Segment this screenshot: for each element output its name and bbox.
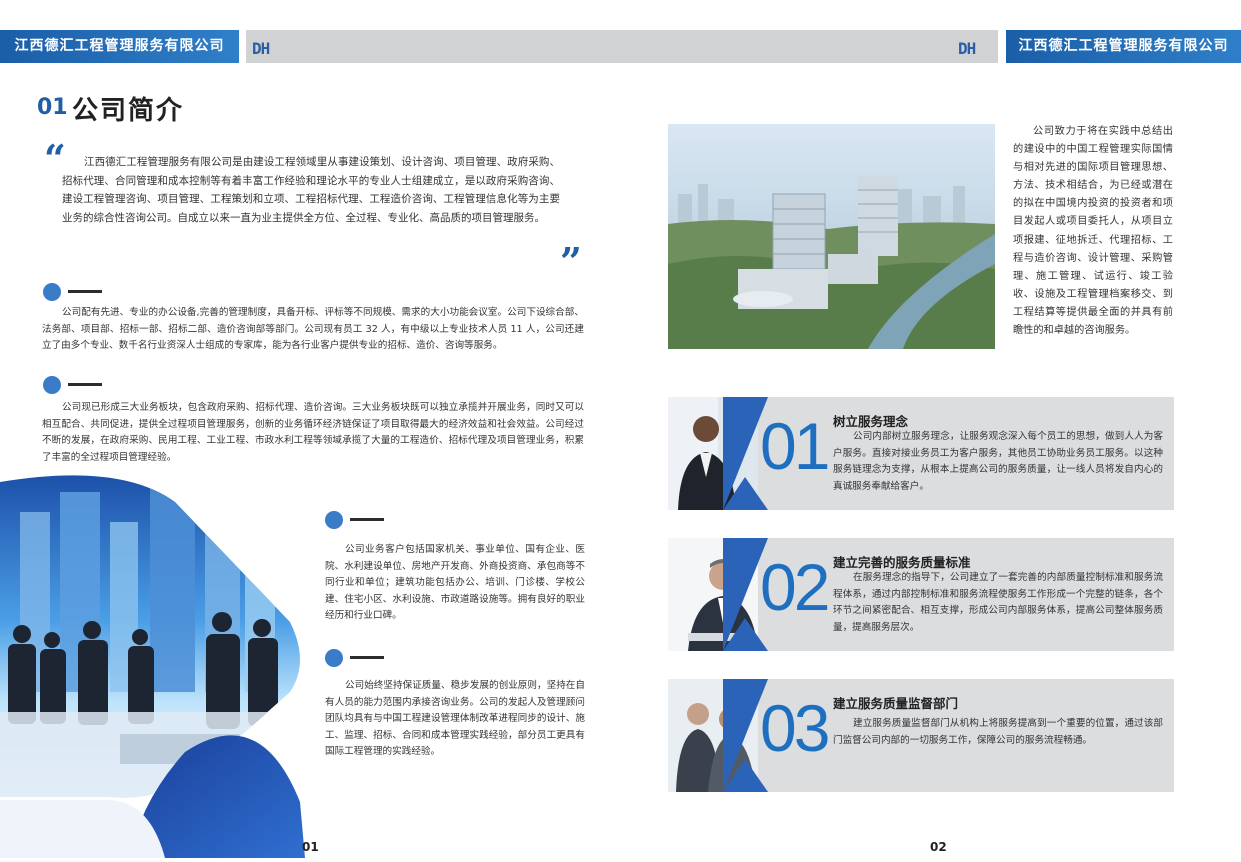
page-number-right: 02 <box>930 840 947 854</box>
logo-left: DH <box>252 39 270 58</box>
bullet-line-3 <box>350 518 384 521</box>
section-title: 公司简介 <box>72 96 185 126</box>
logo-right: DH <box>958 39 976 58</box>
paragraph-principles: 公司始终坚持保证质量、稳步发展的创业原则，坚持在自有人员的能力范围内承接咨询业务… <box>325 680 585 758</box>
bullet-dot-2 <box>43 376 61 394</box>
quote-close-mark: ” <box>560 239 582 284</box>
bullet-dot-4 <box>325 649 343 667</box>
header-company-left: 江西德汇工程管理服务有限公司 <box>0 30 239 63</box>
page-number-left: 01 <box>302 840 319 854</box>
bullet-line-2 <box>68 383 102 386</box>
card-text: 建立服务质量监督部门从机构上将服务提高到一个重要的位置，通过该部门监督公司内部的… <box>833 718 1163 746</box>
card-title: 建立服务质量监督部门 <box>833 696 959 711</box>
card-text: 在服务理念的指导下，公司建立了一套完善的内部质量控制标准和服务流程体系，通过内部… <box>833 572 1163 633</box>
card-number: 02 <box>760 550 830 624</box>
card-title: 树立服务理念 <box>833 414 909 429</box>
bullet-line-4 <box>350 656 384 659</box>
bullet-line-1 <box>68 290 102 293</box>
section-number: 01 <box>37 95 68 120</box>
paragraph-clients: 公司业务客户包括国家机关、事业单位、国有企业、医院、水利建设单位、房地产开发商、… <box>325 544 585 622</box>
service-card-1: 01 树立服务理念 公司内部树立服务理念，让服务观念深入每个员工的思想，做到人人… <box>668 397 1174 510</box>
paragraph-business: 公司现已形成三大业务板块，包含政府采购、招标代理、造价咨询。三大业务板块既可以独… <box>42 402 584 463</box>
bullet-dot-3 <box>325 511 343 529</box>
card-title: 建立完善的服务质量标准 <box>833 555 971 570</box>
card-number: 01 <box>760 409 830 483</box>
paragraph-facilities: 公司配有先进、专业的办公设备,完善的管理制度，具备开标、评标等不同规模、需求的大… <box>42 307 584 352</box>
intro-quote-text: 江西德汇工程管理服务有限公司是由建设工程领域里从事建设策划、设计咨询、项目管理、… <box>62 156 560 224</box>
service-card-2: 02 建立完善的服务质量标准 在服务理念的指导下，公司建立了一套完善的内部质量控… <box>668 538 1174 651</box>
business-team-photo <box>0 472 305 858</box>
paragraph-mission: 公司致力于将在实践中总结出的建设中的中国工程管理实际国情与相对先进的国际项目管理… <box>1013 126 1173 337</box>
bullet-dot-1 <box>43 283 61 301</box>
aerial-building-photo <box>668 124 995 349</box>
card-text: 公司内部树立服务理念，让服务观念深入每个员工的思想，做到人人为客户服务。直接对接… <box>833 431 1163 492</box>
header-company-right: 江西德汇工程管理服务有限公司 <box>1006 30 1241 63</box>
header-bar: DH DH <box>246 30 998 63</box>
card-number: 03 <box>760 691 830 765</box>
service-card-3: 03 建立服务质量监督部门 建立服务质量监督部门从机构上将服务提高到一个重要的位… <box>668 679 1174 792</box>
